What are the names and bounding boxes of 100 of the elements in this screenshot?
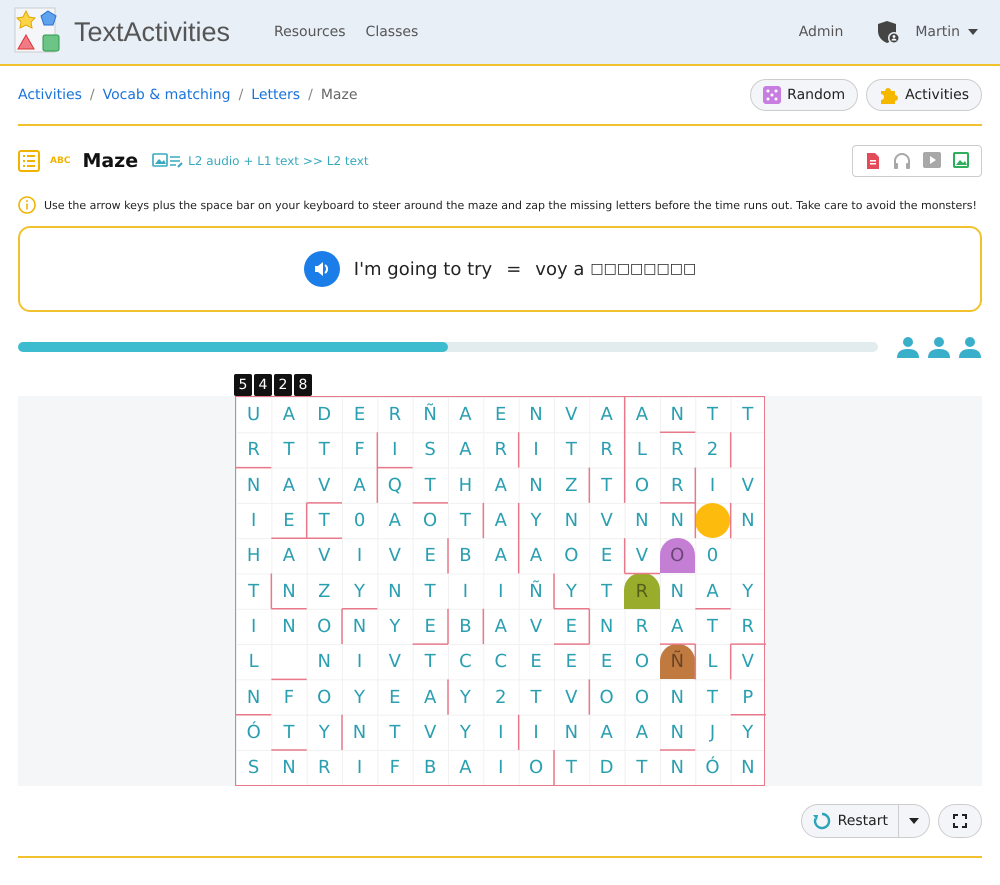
headphones-icon[interactable]: [893, 152, 911, 170]
maze-cell-text: N: [740, 756, 756, 780]
maze-cell-text: I: [497, 580, 504, 604]
maze-cell-text: N: [598, 614, 614, 639]
breadcrumb-link[interactable]: Activities: [18, 87, 82, 103]
maze-cell-text: I: [250, 509, 258, 534]
maze-cell-text: O: [634, 474, 650, 498]
breadcrumb-link[interactable]: Letters: [251, 87, 300, 103]
nav-link[interactable]: Resources: [274, 24, 346, 40]
caret-icon[interactable]: [968, 29, 978, 35]
maze-cell-text: P: [741, 686, 754, 710]
maze-cell-text: R: [740, 614, 756, 639]
maze-cell-text: N: [316, 650, 332, 674]
fullscreen-button[interactable]: [938, 804, 982, 838]
maze-cell-text: Y: [353, 686, 366, 710]
score-digit: 2: [274, 374, 292, 396]
maze-cell-text: T: [388, 720, 402, 745]
play-audio-button[interactable]: [304, 251, 340, 287]
maze-cell-text: E: [494, 403, 508, 428]
maze-cell-text: V: [422, 720, 438, 745]
maze-cell-text: A: [458, 756, 473, 780]
maze-cell-text: N: [281, 580, 297, 604]
maze-cell-text: T: [706, 614, 719, 639]
maze-cell-text: A: [494, 509, 508, 534]
maze-cell-text: N: [740, 509, 756, 534]
maze-cell-text: R: [634, 614, 650, 639]
maze-cell-text: E: [564, 614, 578, 639]
maze-cell-text: E: [282, 509, 296, 534]
random-button[interactable]: Random: [750, 79, 858, 111]
maze-cell-text: O: [563, 544, 580, 568]
user-menu[interactable]: Martin: [915, 24, 960, 40]
instructions-text: Use the arrow keys plus the space bar on your keyboard to steer around the maze and zap the missing letters before the time runs out. Take care to avoid the monsters!: [44, 198, 977, 212]
maze-cell-text: V: [740, 474, 755, 498]
restart-icon: [812, 811, 832, 831]
maze-cell-text: S: [246, 756, 260, 780]
maze-cell-text: R: [599, 438, 614, 462]
maze-cell-text: Y: [741, 580, 754, 604]
maze-cell-text: N: [352, 614, 368, 639]
maze-cell-text: H: [458, 474, 474, 498]
equals-sign: =: [506, 258, 522, 280]
maze-cell-text: N: [564, 720, 580, 745]
monster: O: [660, 538, 695, 574]
maze-cell-text: Y: [318, 720, 331, 745]
maze-cell-text: I: [708, 474, 716, 498]
maze-cell-text: O: [634, 650, 650, 674]
missing-letters: □□□□□□□□: [590, 261, 696, 277]
maze-cell-text: E: [600, 650, 614, 674]
maze-cell-text: T: [530, 686, 543, 710]
maze-cell-text: T: [247, 580, 260, 604]
maze-cell-text: T: [564, 438, 578, 462]
maze-cell-text: N: [281, 756, 297, 780]
maze-cell-text: I: [391, 438, 398, 462]
player-ball: [695, 503, 730, 538]
maze-cell-text: E: [564, 650, 578, 674]
maze-cell-text: T: [458, 509, 472, 534]
maze-cell-text: A: [422, 686, 438, 710]
speaker-icon: [312, 260, 331, 278]
maze-cell-text: Y: [388, 614, 402, 639]
maze-cell-text: A: [599, 403, 614, 428]
target-phrase: voy a: [535, 258, 584, 280]
maze-cell-text: E: [600, 544, 614, 568]
document-icon[interactable]: [865, 152, 881, 170]
maze-cell-text: A: [388, 509, 402, 534]
score-digit: 5: [234, 374, 252, 396]
maze-cell-text: T: [318, 509, 331, 534]
maze-cell-text: Z: [564, 474, 578, 498]
maze-cell-text: T: [706, 403, 719, 428]
maze-cell-text: V: [388, 650, 402, 674]
maze-cell-text: Ó: [704, 755, 721, 780]
breadcrumb-link[interactable]: Vocab & matching: [102, 87, 231, 103]
maze-cell-text: A: [282, 403, 296, 428]
maze-cell-text: 0: [352, 509, 366, 534]
maze-cell-text: V: [564, 403, 578, 428]
play-icon[interactable]: [923, 152, 941, 168]
maze-cell-text: R: [246, 438, 261, 462]
maze-cell-text: N: [387, 580, 403, 604]
maze-cell-text: R: [493, 438, 508, 462]
maze-cell-text: I: [462, 580, 470, 604]
maze-cell-text: T: [282, 438, 296, 462]
maze-cell-text: V: [317, 474, 332, 498]
maze-cell-text: A: [282, 544, 296, 568]
maze-cell-text: B: [458, 614, 473, 639]
maze-cell-text: N: [634, 509, 650, 534]
maze-cell-text: B: [458, 544, 473, 568]
activities-button[interactable]: Activities: [866, 79, 982, 111]
activity-title: Maze: [82, 150, 138, 172]
maze-cell-text: D: [316, 403, 332, 428]
brand-name[interactable]: TextActivities: [74, 16, 230, 48]
maze-cell-text: N: [528, 403, 544, 428]
nav-link[interactable]: Classes: [366, 24, 418, 40]
maze-cell-text: T: [741, 403, 754, 428]
maze-cell-text: A: [494, 614, 508, 639]
image-icon[interactable]: [953, 152, 969, 168]
nav-link[interactable]: Admin: [798, 24, 844, 40]
dice-icon: [763, 86, 782, 104]
maze-cell-text: A: [528, 544, 544, 568]
maze-cell-text: V: [599, 509, 614, 534]
maze-cell-text: R: [316, 756, 332, 780]
maze-cell-text: J: [708, 720, 716, 745]
maze-cell-text: A: [494, 544, 508, 568]
